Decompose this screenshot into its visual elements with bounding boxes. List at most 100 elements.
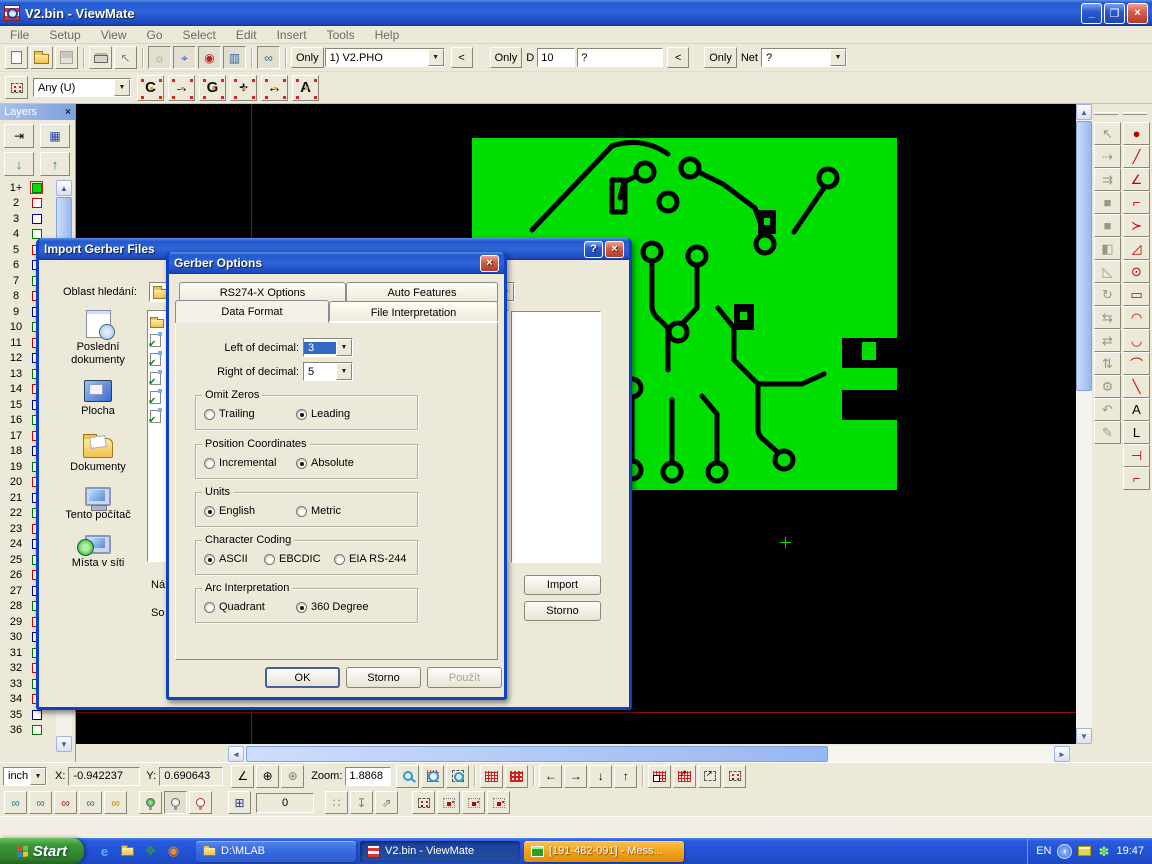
stretch-button[interactable]: ⇗ (375, 791, 398, 814)
elbow-tool-button[interactable]: ⌐ (1123, 191, 1150, 214)
place-desktop[interactable]: Plocha (51, 380, 145, 418)
pan-down-button[interactable]: ↓ (589, 765, 612, 788)
measure-view-button[interactable]: ∞ (257, 46, 280, 69)
new-file-button[interactable] (5, 46, 28, 69)
toolbar-grip[interactable] (1094, 112, 1118, 115)
pan-right-button[interactable]: → (564, 765, 587, 788)
place-documents[interactable]: Dokumenty (51, 432, 145, 474)
close-button[interactable]: × (605, 241, 624, 258)
folder-icon[interactable] (119, 843, 136, 860)
pattern-mark-button[interactable] (487, 791, 510, 814)
apply-button[interactable]: Použít (427, 667, 502, 688)
menu-select[interactable]: Select (173, 26, 226, 44)
toolbar-grip[interactable] (1123, 112, 1147, 115)
ok-button[interactable]: OK (265, 667, 340, 688)
curve-tool-button[interactable]: ◡ (1123, 329, 1150, 352)
tab-file-interpretation[interactable]: File Interpretation (329, 301, 498, 323)
tab-auto-features[interactable]: Auto Features (346, 282, 498, 302)
grid-move-button[interactable] (673, 765, 696, 788)
view-colors-button[interactable]: ▥ (223, 46, 246, 69)
view-components-button[interactable]: ⌖ (173, 46, 196, 69)
firefox-icon[interactable]: ◉ (165, 843, 182, 860)
select-group-button[interactable]: G (199, 75, 226, 101)
dot-grid-button[interactable]: ∷ (325, 791, 348, 814)
tab-rs274x[interactable]: RS274-X Options (179, 282, 346, 302)
radio-quadrant[interactable]: Quadrant (204, 601, 265, 613)
scroll-right-icon[interactable]: ► (1054, 746, 1070, 762)
vscroll-thumb[interactable] (1076, 121, 1092, 391)
layer-color-swatch[interactable] (32, 725, 42, 735)
dcode-query-input[interactable] (577, 48, 663, 67)
menu-edit[interactable]: Edit (226, 26, 267, 44)
view-lines-button[interactable]: ∞ (29, 791, 52, 814)
grid-origin-button[interactable] (648, 765, 671, 788)
place-recent[interactable]: Poslední dokumenty (51, 310, 145, 367)
select-net-button[interactable]: ↔ (261, 75, 288, 101)
print-button[interactable] (89, 46, 112, 69)
close-button[interactable]: × (480, 255, 499, 272)
radio-ascii[interactable]: ASCII (204, 553, 248, 565)
layer-row-1[interactable]: 1+ (2, 180, 56, 196)
select-text-button[interactable]: A (292, 75, 319, 101)
filter-combo[interactable]: Any (U) ▼ (33, 78, 131, 97)
view-outline-button[interactable]: ∞ (79, 791, 102, 814)
left-of-decimal-combo[interactable]: 3 ▼ (303, 338, 353, 357)
select-area-button[interactable] (698, 765, 721, 788)
layer-color-swatch[interactable] (32, 183, 42, 193)
pattern-pad-button[interactable] (437, 791, 460, 814)
pan-up-button[interactable]: ↑ (614, 765, 637, 788)
arc-tool-button[interactable]: ◠ (1123, 306, 1150, 329)
layer-up-button[interactable]: ↑ (40, 152, 70, 176)
layer-row-36[interactable]: 36 (2, 723, 56, 739)
mirror-button[interactable]: ◧ (1094, 237, 1121, 260)
select-component-button[interactable]: C (137, 75, 164, 101)
cancel-button[interactable]: Storno (346, 667, 421, 688)
dimension-tool-button[interactable]: ⊣ (1123, 444, 1150, 467)
insert-pad-button[interactable]: ⇢ (1094, 145, 1121, 168)
zoom-in-button[interactable] (396, 765, 419, 788)
radio-leading[interactable]: Leading (296, 408, 350, 420)
text-tool-button[interactable]: A (1123, 398, 1150, 421)
layer-color-swatch[interactable] (32, 710, 42, 720)
zoom-select-button[interactable] (446, 765, 469, 788)
only-dcode-button[interactable]: Only (490, 47, 523, 68)
anchor-button[interactable]: ↧ (350, 791, 373, 814)
pattern-symbol-button[interactable] (462, 791, 485, 814)
radio-360-degree[interactable]: 360 Degree (296, 601, 369, 613)
prev-layer-button[interactable]: < (451, 47, 473, 68)
view-normal-button[interactable]: ∞ (4, 791, 27, 814)
chevron-down-icon[interactable]: ▼ (336, 339, 352, 356)
settings-button[interactable]: ⚙ (1094, 375, 1121, 398)
node-edit-button[interactable]: ✎ (1094, 421, 1121, 444)
select-mode-button[interactable] (5, 76, 28, 99)
place-network[interactable]: Místa v síti (51, 535, 145, 570)
place-computer[interactable]: Tento počítač (51, 487, 145, 522)
select-items-button[interactable] (723, 765, 746, 788)
hscroll-track[interactable] (244, 746, 1054, 762)
view-sketch-button[interactable]: ∞ (104, 791, 127, 814)
label-tool-button[interactable]: L (1123, 421, 1150, 444)
sketch-tool-button[interactable]: ╲ (1123, 375, 1150, 398)
radio-ebcdic[interactable]: EBCDIC (264, 553, 321, 565)
restore-button[interactable]: ❐ (1104, 3, 1125, 24)
center-target-button[interactable]: ⊕ (256, 765, 279, 788)
polyline-tool-button[interactable]: ∠ (1123, 168, 1150, 191)
net-combo[interactable]: ? ▼ (761, 48, 847, 67)
cancel-button[interactable]: Storno (524, 601, 601, 621)
rotate-button[interactable]: ↻ (1094, 283, 1121, 306)
import-button[interactable]: Import (524, 575, 601, 595)
radio-eia-rs244[interactable]: EIA RS-244 (334, 553, 406, 565)
rect-tool-button[interactable]: ▭ (1123, 283, 1150, 306)
right-of-decimal-combo[interactable]: 5 ▼ (303, 362, 353, 381)
menu-tools[interactable]: Tools (317, 26, 365, 44)
dcode-input[interactable] (537, 48, 575, 67)
layer-color-swatch[interactable] (32, 214, 42, 224)
pointer-tool-button[interactable]: ↖ (1094, 122, 1121, 145)
browser-icon[interactable]: e (96, 843, 113, 860)
layer-row-3[interactable]: 3 (2, 211, 56, 227)
minimize-button[interactable]: _ (1081, 3, 1102, 24)
zoom-input[interactable] (345, 767, 391, 786)
undo-button[interactable]: ↶ (1094, 398, 1121, 421)
unit-combo[interactable]: inch ▼ (3, 767, 47, 786)
layer-combo[interactable]: 1) V2.PHO ▼ (325, 48, 445, 67)
